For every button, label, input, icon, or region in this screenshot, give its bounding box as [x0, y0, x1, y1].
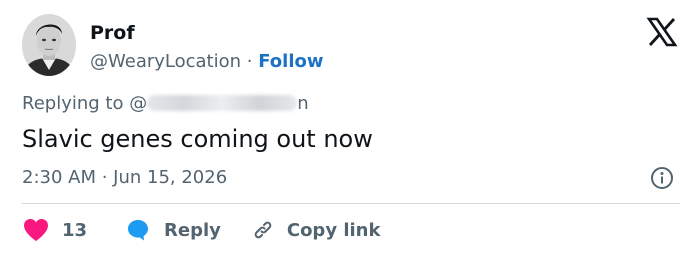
- follow-button[interactable]: Follow: [258, 51, 323, 72]
- handle-line: @WearyLocation · Follow: [90, 50, 324, 74]
- copy-link-button[interactable]: Copy link: [251, 218, 381, 242]
- like-count: 13: [62, 219, 88, 241]
- tweet-text: Slavic genes coming out now: [22, 125, 373, 153]
- reply-label: Reply: [164, 219, 221, 241]
- link-icon: [254, 221, 272, 239]
- divider: [22, 203, 680, 204]
- replying-to: Replying to @ n: [22, 92, 309, 116]
- reply-button[interactable]: Reply: [126, 218, 221, 242]
- copy-link-label: Copy link: [286, 219, 381, 241]
- info-icon[interactable]: [650, 166, 674, 190]
- speech-bubble-icon: [128, 220, 148, 241]
- author-block: Prof @WearyLocation · Follow: [90, 20, 324, 74]
- tweet-card: Prof @WearyLocation · Follow Replying to…: [0, 0, 700, 256]
- tweet-timestamp[interactable]: 2:30 AM · Jun 15, 2026: [22, 166, 227, 190]
- replying-to-suffix: n: [297, 93, 309, 114]
- author-display-name[interactable]: Prof: [90, 20, 324, 46]
- x-logo-icon[interactable]: [646, 16, 678, 48]
- author-handle[interactable]: @WearyLocation: [90, 51, 241, 72]
- replying-to-prefix: Replying to @: [22, 93, 148, 114]
- separator-dot: ·: [246, 51, 253, 72]
- heart-icon: [24, 219, 48, 241]
- avatar[interactable]: [22, 14, 76, 76]
- like-button[interactable]: 13: [22, 217, 126, 243]
- redacted-handle: [147, 95, 298, 111]
- action-bar: 13 Reply Copy link: [22, 216, 380, 244]
